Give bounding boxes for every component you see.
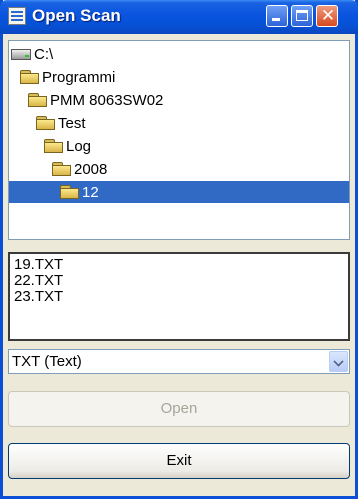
tree-item-label: 2008 [74, 160, 108, 178]
window-title: Open Scan [32, 6, 121, 25]
folder-icon [35, 115, 57, 131]
folder-icon [19, 69, 41, 85]
list-item[interactable]: 22.TXT [14, 273, 344, 289]
tree-item-12[interactable]: 12 [9, 181, 349, 203]
tree-item-label: PMM 8063SW02 [50, 91, 164, 109]
maximize-icon [296, 10, 308, 21]
close-icon: ✕ [320, 6, 336, 26]
folder-icon [27, 92, 49, 108]
app-icon [8, 7, 26, 25]
tree-item-label: Test [58, 114, 86, 132]
tree-item-pmm[interactable]: PMM 8063SW02 [27, 89, 163, 111]
drive-icon [11, 46, 33, 62]
open-button[interactable]: Open [8, 391, 350, 427]
tree-item-log[interactable]: Log [43, 135, 91, 157]
exit-button[interactable]: Exit [8, 443, 350, 479]
folder-icon [51, 161, 73, 177]
minimize-icon [272, 18, 280, 21]
list-item[interactable]: 19.TXT [14, 257, 344, 273]
tree-item-c-drive[interactable]: C:\ [11, 43, 53, 65]
open-scan-dialog: Open Scan ✕ C:\ Programmi PMM 8063SW02 T… [0, 0, 358, 499]
close-button[interactable]: ✕ [316, 5, 338, 27]
file-type-select[interactable]: TXT (Text) [8, 349, 350, 374]
maximize-button[interactable] [291, 5, 313, 27]
tree-item-programmi[interactable]: Programmi [19, 66, 115, 88]
tree-item-label: C:\ [34, 45, 54, 63]
list-item[interactable]: 23.TXT [14, 289, 344, 305]
tree-item-label: Log [66, 137, 92, 155]
folder-open-icon [59, 184, 81, 200]
folder-tree[interactable]: C:\ Programmi PMM 8063SW02 Test Log 2008… [8, 40, 350, 240]
file-list[interactable]: 19.TXT 22.TXT 23.TXT [8, 252, 350, 341]
folder-icon [43, 138, 65, 154]
tree-item-test[interactable]: Test [35, 112, 86, 134]
title-bar[interactable]: Open Scan ✕ [0, 0, 358, 34]
chevron-down-icon[interactable] [329, 351, 348, 372]
file-type-value: TXT (Text) [12, 353, 82, 370]
tree-item-2008[interactable]: 2008 [51, 158, 107, 180]
minimize-button[interactable] [266, 5, 288, 27]
tree-item-label: Programmi [42, 68, 116, 86]
tree-item-label: 12 [82, 183, 99, 201]
